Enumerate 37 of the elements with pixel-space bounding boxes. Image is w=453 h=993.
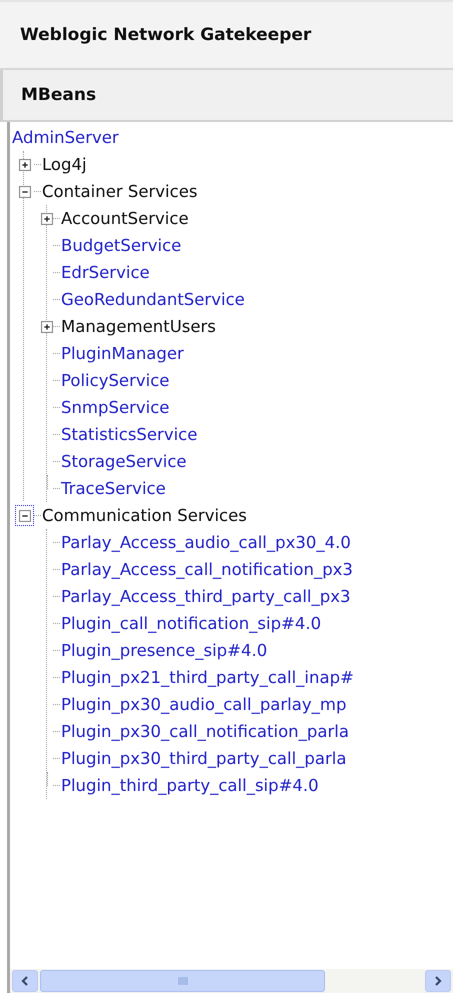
- tree-item[interactable]: Plugin_px21_third_party_call_inap#: [61, 668, 354, 687]
- tree-item[interactable]: PluginManager: [61, 344, 184, 363]
- tree-item[interactable]: Parlay_Access_audio_call_px30_4.0: [61, 533, 351, 552]
- scroll-right-button[interactable]: [425, 970, 451, 992]
- tree-item[interactable]: BudgetService: [61, 236, 182, 255]
- tree-item[interactable]: Communication Services: [42, 506, 247, 525]
- tree-item[interactable]: StorageService: [61, 452, 187, 471]
- tree-item[interactable]: Plugin_px30_call_notification_parla: [61, 722, 349, 741]
- tree-item[interactable]: StatisticsService: [61, 425, 198, 444]
- tree-item[interactable]: Container Services: [42, 182, 198, 201]
- scroll-thumb[interactable]: [40, 970, 325, 992]
- expand-icon[interactable]: [41, 212, 53, 224]
- tree-item[interactable]: AdminServer: [12, 128, 119, 147]
- grip-icon: [178, 977, 188, 985]
- tree-item[interactable]: Log4j: [42, 155, 87, 174]
- collapse-icon[interactable]: [18, 510, 30, 522]
- expand-icon[interactable]: [18, 158, 30, 170]
- scroll-left-button[interactable]: [12, 970, 38, 992]
- tree-item[interactable]: Plugin_presence_sip#4.0: [61, 641, 268, 660]
- horizontal-scrollbar[interactable]: [10, 969, 453, 993]
- collapse-icon[interactable]: [18, 186, 30, 198]
- tree-item[interactable]: GeoRedundantService: [61, 290, 245, 309]
- tree-item[interactable]: Parlay_Access_call_notification_px3: [61, 560, 353, 579]
- tree-item[interactable]: EdrService: [61, 263, 150, 282]
- expand-icon[interactable]: [41, 320, 53, 332]
- tree-item[interactable]: AccountService: [61, 209, 189, 228]
- tree-item[interactable]: Plugin_px30_audio_call_parlay_mp: [61, 695, 346, 714]
- tree-item[interactable]: Parlay_Access_third_party_call_px3: [61, 587, 350, 606]
- tree-item[interactable]: PolicyService: [61, 371, 170, 390]
- tree-item[interactable]: TraceService: [61, 479, 166, 498]
- tree-item[interactable]: Plugin_call_notification_sip#4.0: [61, 614, 322, 633]
- tree-item[interactable]: ManagementUsers: [61, 317, 216, 336]
- app-title: Weblogic Network Gatekeeper: [20, 25, 312, 45]
- panel-title: MBeans: [21, 85, 96, 105]
- tree-item[interactable]: SnmpService: [61, 398, 170, 417]
- tree-item[interactable]: Plugin_third_party_call_sip#4.0: [61, 776, 319, 795]
- tree-item[interactable]: Plugin_px30_third_party_call_parla: [61, 749, 346, 768]
